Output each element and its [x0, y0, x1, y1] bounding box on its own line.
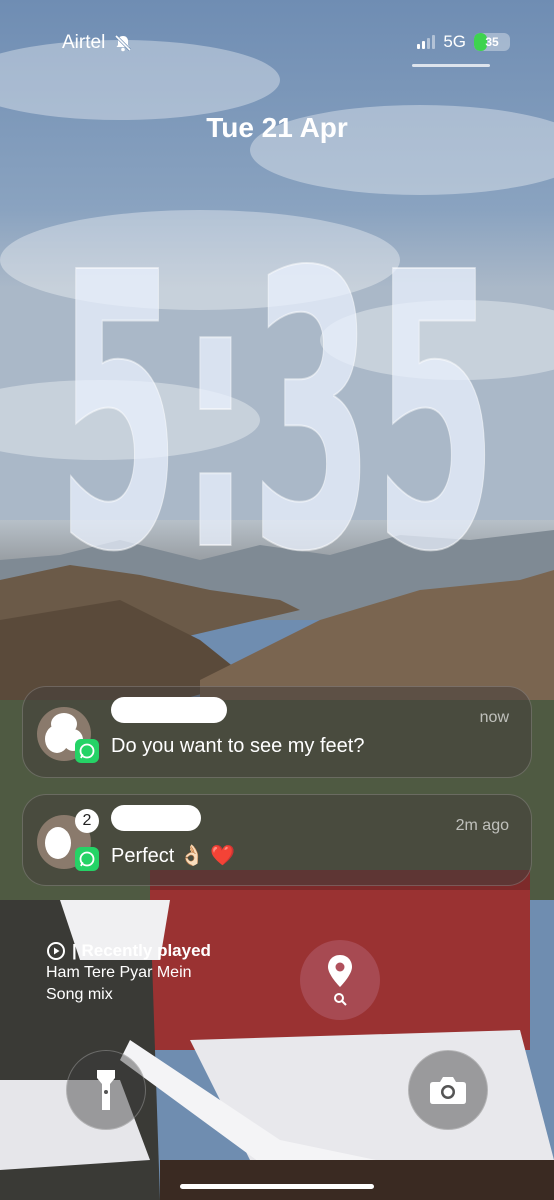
bell-slash-icon [115, 34, 132, 52]
signal-icon [417, 35, 436, 49]
carrier: Airtel [62, 32, 133, 54]
recently-played-widget[interactable]: | Recently played Ham Tere Pyar Mein Son… [46, 940, 211, 1006]
whatsapp-icon [75, 847, 99, 871]
lock-date: Tue 21 Apr [206, 112, 348, 143]
camera-button[interactable] [408, 1050, 488, 1130]
search-icon [334, 993, 347, 1006]
sender-name-redacted [111, 697, 227, 723]
song-subtitle: Song mix [46, 986, 113, 1003]
status-right: 5G 35 [417, 32, 510, 52]
location-pin-icon [328, 955, 352, 987]
whatsapp-icon [75, 739, 99, 763]
notification-message: Do you want to see my feet? [111, 735, 365, 757]
camera-icon [430, 1077, 466, 1104]
play-circle-icon [47, 942, 65, 960]
flashlight-icon [97, 1070, 115, 1110]
battery-level: 35 [485, 35, 499, 49]
network-type: 5G [443, 32, 466, 51]
carrier-name: Airtel [62, 32, 106, 53]
notification-count-badge: 2 [75, 809, 99, 833]
notification-whatsapp-1[interactable]: Do you want to see my feet? now [22, 686, 532, 778]
widget-title-text: | Recently played [72, 941, 211, 960]
notification-time: 2m ago [455, 817, 509, 834]
flashlight-button[interactable] [66, 1050, 146, 1130]
status-bar: Airtel 5G 35 [0, 0, 554, 80]
home-indicator[interactable] [180, 1184, 374, 1189]
lock-time: 5:35 [56, 191, 498, 560]
widget-title: | Recently played [46, 940, 211, 962]
notification-whatsapp-2[interactable]: 2 Perfect 👌🏻 ❤️ 2m ago [22, 794, 532, 886]
sender-name-redacted [111, 805, 201, 831]
control-center-indicator[interactable] [412, 64, 490, 67]
song-title: Ham Tere Pyar Mein [46, 964, 192, 981]
find-my-widget[interactable] [300, 940, 380, 1020]
battery-icon: 35 [474, 33, 510, 51]
notification-message: Perfect 👌🏻 ❤️ [111, 845, 236, 867]
notification-time: now [479, 709, 509, 726]
svg-text:5:35: 5:35 [57, 192, 497, 560]
